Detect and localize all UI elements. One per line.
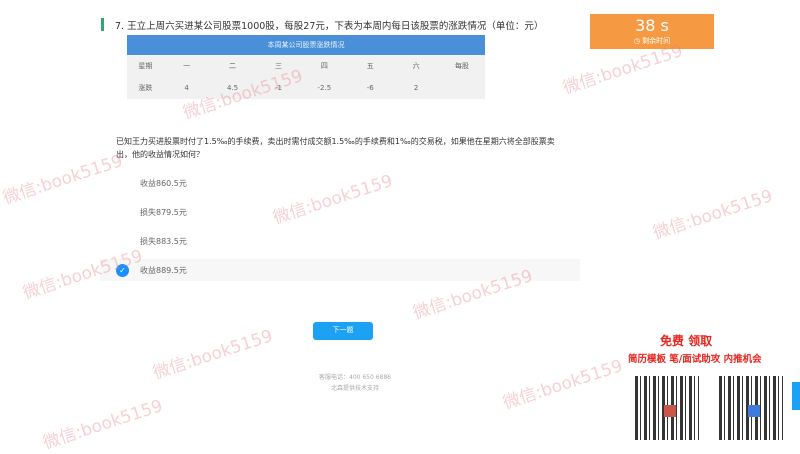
table-caption: 本周某公司股票涨跌情况: [127, 35, 485, 55]
table-header: 星期: [138, 62, 153, 70]
timer-value: 38 s: [635, 16, 669, 35]
option-a[interactable]: 收益860.5元: [100, 172, 580, 194]
table-cell: 2: [413, 84, 419, 92]
promo-title: 免费 领取: [660, 334, 713, 348]
question-text: 已知王力买进股票时付了1.5‰的手续费，卖出时需付成交额1.5‰的手续费和1‰的…: [116, 137, 555, 159]
table-cell: 4.5: [226, 84, 239, 92]
table-header: 六: [412, 62, 420, 70]
watermark: 微信:book5159: [40, 396, 166, 454]
price-table: 本周某公司股票涨跌情况 星期 一 二 三 四 五 六 每股 涨跌 4 4.5 -…: [127, 35, 485, 99]
table-header: 四: [320, 62, 328, 70]
countdown-timer: 38 s ◷ 剩余时间: [590, 14, 714, 49]
question-marker: [101, 18, 104, 31]
check-icon: ✓: [116, 263, 129, 277]
qr-code-icon: [716, 373, 786, 443]
promo-subtitle: 简历模板 笔/面试助攻 内推机会: [628, 354, 762, 365]
table-cell: -2.5: [317, 84, 332, 92]
option-b[interactable]: 损失879.5元: [100, 201, 580, 223]
table-cell: 4: [184, 84, 189, 92]
table-header: 三: [274, 62, 282, 70]
table-header: 每股: [455, 62, 469, 70]
watermark: 微信:book5159: [650, 186, 776, 244]
table-cell: 涨跌: [138, 84, 153, 92]
option-d[interactable]: ✓ 收益889.5元: [100, 259, 580, 281]
table-header: 五: [366, 62, 374, 70]
table-header: 二: [229, 62, 237, 70]
qr-code-icon: [632, 373, 702, 443]
footer: 客服电话：400 650 6886 北森提供技术支持: [300, 372, 410, 394]
table-cell: -6: [366, 84, 374, 92]
next-question-button[interactable]: 下一题: [313, 322, 373, 340]
table-cell: -1: [274, 84, 282, 92]
option-c[interactable]: 损失883.5元: [100, 230, 580, 252]
clock-icon: ◷: [633, 37, 640, 45]
support-credit: 北森提供技术支持: [330, 385, 379, 392]
table-row: 涨跌 4 4.5 -1 -2.5 -6 2: [127, 77, 485, 99]
question-title: 7. 王立上周六买进某公司股票1000股，每股27元，下表为本周内每日该股票的涨…: [115, 21, 544, 32]
timer-label: ◷ 剩余时间: [633, 37, 671, 45]
support-phone: 客服电话：400 650 6886: [319, 374, 391, 381]
table-header-row: 星期 一 二 三 四 五 六 每股: [127, 55, 485, 77]
watermark: 微信:book5159: [150, 326, 276, 384]
side-tab-button[interactable]: [792, 382, 800, 410]
watermark: 微信:book5159: [500, 356, 626, 414]
table-header: 一: [183, 62, 191, 70]
